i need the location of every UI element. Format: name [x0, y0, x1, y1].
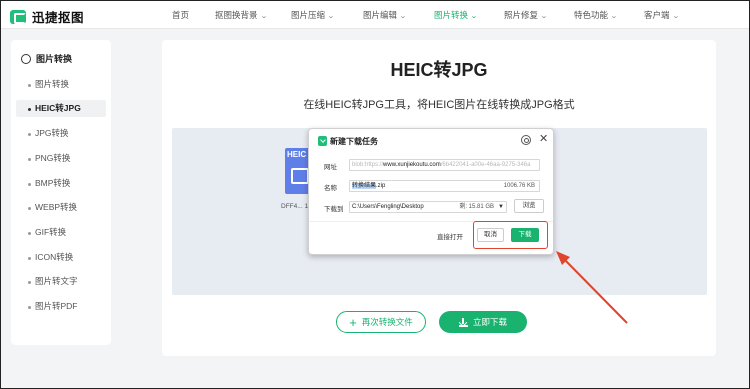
arrow-line: [562, 257, 628, 324]
annotation-arrow: [556, 251, 628, 324]
